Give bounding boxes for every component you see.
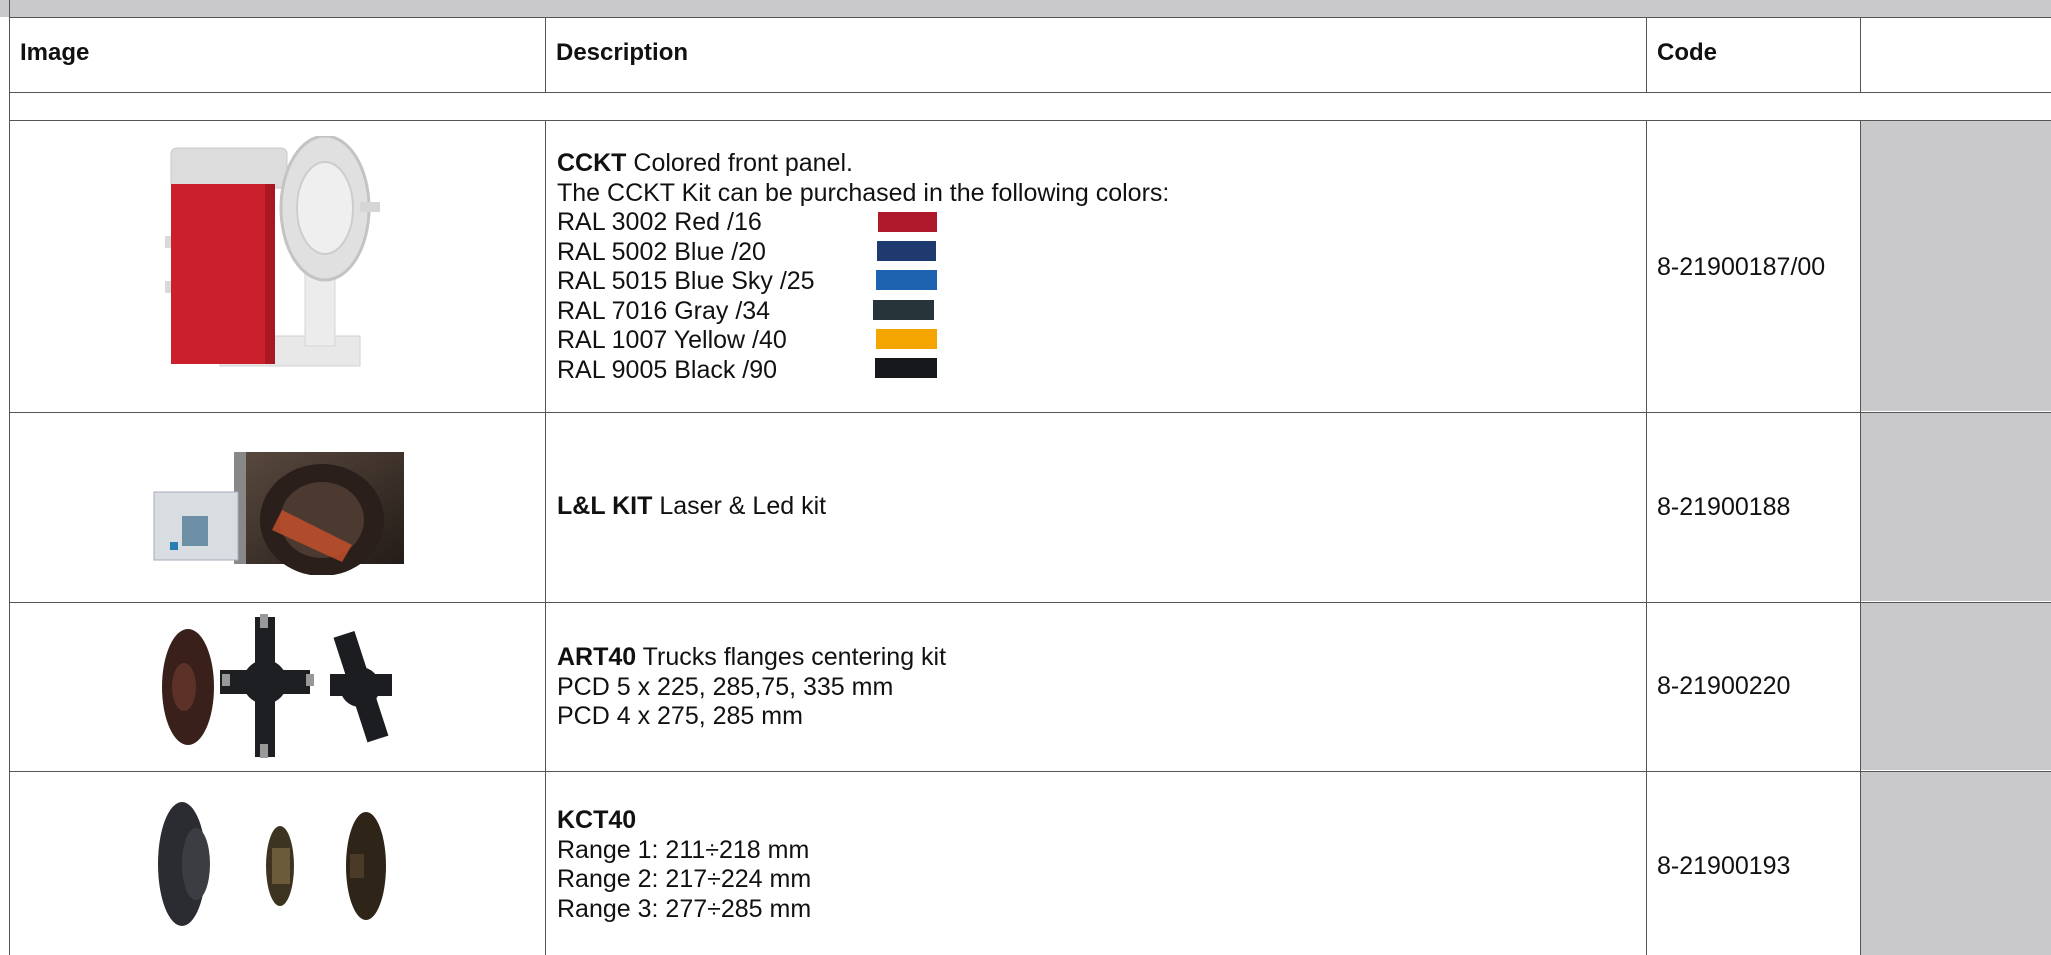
wheel-balancer-image <box>165 136 380 367</box>
row3-title: Trucks flanges centering kit <box>636 643 947 671</box>
grey-column-row2 <box>1861 413 2051 601</box>
color-label-black: RAL 9005 Black /90 <box>557 355 778 384</box>
row4-line: Range 3: 277÷285 mm <box>557 894 812 923</box>
row3-line: PCD 5 x 225, 285,75, 335 mm <box>557 672 894 701</box>
truck-flanges-image <box>162 614 392 758</box>
column-divider <box>1646 120 1647 955</box>
column-divider <box>1646 17 1647 93</box>
row3-name: ART40 <box>557 643 637 671</box>
swatch-gray <box>873 300 934 320</box>
divider <box>9 771 2051 772</box>
swatch-black <box>875 358 937 378</box>
column-divider <box>1860 17 1861 93</box>
grey-column-row3 <box>1861 603 2051 770</box>
row4-line: Range 1: 211÷218 mm <box>557 835 810 864</box>
row1-code: 8-21900187/00 <box>1657 253 1826 281</box>
swatch-blue-sky <box>876 270 937 290</box>
row4-code: 8-21900193 <box>1657 852 1791 880</box>
row1-description: CCKT Colored front panel. The CCKT Kit c… <box>557 149 1169 385</box>
row3-line: PCD 4 x 275, 285 mm <box>557 702 803 730</box>
grey-column-row4 <box>1861 772 2051 955</box>
divider <box>9 602 2051 603</box>
row2-name: L&L KIT <box>557 492 653 520</box>
row3-code: 8-21900220 <box>1657 672 1791 700</box>
row4-line: Range 2: 217÷224 mm <box>557 865 812 893</box>
color-label-blue: RAL 5002 Blue /20 <box>557 237 766 266</box>
row2-title: Laser & Led kit <box>652 492 827 520</box>
swatch-yellow <box>876 329 937 349</box>
grey-column-row1 <box>1861 121 2051 411</box>
centering-cones-image <box>158 802 386 926</box>
row2-description: L&L KIT Laser & Led kit <box>557 492 826 522</box>
row4-description: KCT40 Range 1: 211÷218 mm Range 2: 217÷2… <box>557 806 811 924</box>
row2-code: 8-21900188 <box>1657 493 1791 521</box>
color-label-yellow: RAL 1007 Yellow /40 <box>557 326 787 354</box>
column-divider <box>1860 120 1861 955</box>
column-divider <box>545 120 546 955</box>
header-image: Image <box>20 39 90 66</box>
top-bar <box>0 0 2051 17</box>
swatch-blue <box>877 241 936 261</box>
divider <box>9 412 2051 413</box>
row4-name: KCT40 <box>557 806 637 834</box>
color-label-red: RAL 3002 Red /16 <box>557 208 762 236</box>
header-description: Description <box>556 39 689 66</box>
row3-description: ART40 Trucks flanges centering kit PCD 5… <box>557 643 946 732</box>
row1-title: Colored front panel. <box>626 149 853 177</box>
divider <box>9 17 2051 18</box>
header-code: Code <box>1657 39 1717 66</box>
color-label-blue-sky: RAL 5015 Blue Sky /25 <box>557 267 815 295</box>
row1-line: The CCKT Kit can be purchased in the fol… <box>557 178 1170 207</box>
swatch-red <box>878 212 937 232</box>
column-divider <box>545 17 546 93</box>
table-left-border <box>9 0 10 955</box>
divider <box>9 92 2051 93</box>
laser-led-kit-image <box>153 452 404 575</box>
divider <box>9 120 2051 121</box>
row1-name: CCKT <box>557 149 627 177</box>
color-label-gray: RAL 7016 Gray /34 <box>557 296 771 325</box>
